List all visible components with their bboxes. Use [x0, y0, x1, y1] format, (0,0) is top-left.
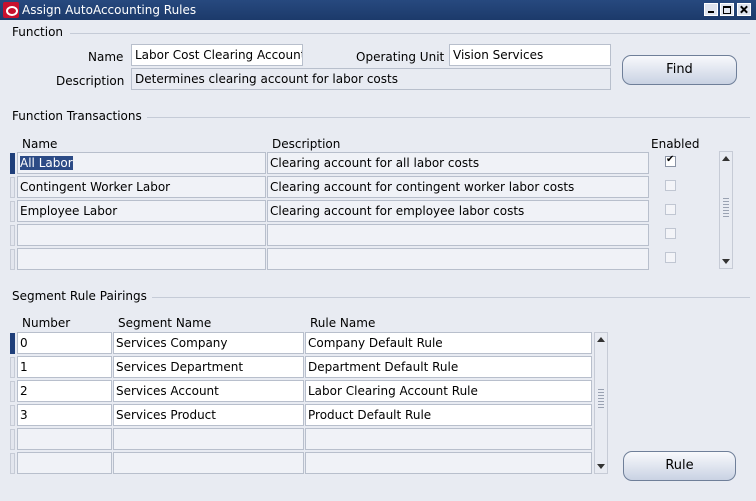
pairing-rule-cell[interactable]: Department Default Rule	[305, 356, 592, 378]
scroll-down-icon[interactable]	[722, 259, 730, 264]
pairing-rule-cell[interactable]	[305, 428, 592, 450]
pairing-number-cell[interactable]: 0	[17, 332, 112, 354]
enabled-checkbox[interactable]	[665, 154, 676, 167]
operating-unit-field[interactable]: Vision Services	[449, 44, 611, 66]
pairing-segment-cell[interactable]: Services Company	[113, 332, 304, 354]
scroll-grip[interactable]	[723, 198, 729, 218]
pairing-rule-cell[interactable]: Labor Clearing Account Rule	[305, 380, 592, 402]
pairing-segment-cell[interactable]	[113, 428, 304, 450]
pairing-number-cell[interactable]: 1	[17, 356, 112, 378]
pairing-number-cell[interactable]: 3	[17, 404, 112, 426]
transaction-description-cell	[267, 224, 649, 246]
function-description-field: Determines clearing account for labor co…	[131, 68, 611, 90]
maximize-icon[interactable]	[720, 3, 734, 16]
transaction-name: All Labor	[20, 156, 73, 170]
operating-unit-label: Operating Unit	[356, 50, 445, 64]
function-section-title: Function	[12, 25, 64, 39]
close-icon[interactable]	[737, 3, 751, 16]
row-indicator[interactable]	[10, 357, 15, 378]
rule-button[interactable]: Rule	[623, 451, 736, 481]
transactions-scrollbar[interactable]	[719, 151, 733, 269]
transaction-name-cell[interactable]	[17, 224, 266, 246]
transaction-description-cell	[267, 248, 649, 270]
transactions-section-title: Function Transactions	[12, 109, 142, 123]
col-header-rule-name: Rule Name	[310, 316, 376, 330]
transaction-name-cell[interactable]: Employee Labor	[17, 200, 266, 222]
row-indicator[interactable]	[10, 225, 15, 246]
minimize-icon[interactable]	[704, 3, 718, 16]
pairing-number-cell[interactable]	[17, 428, 112, 450]
transaction-name-cell[interactable]	[17, 248, 266, 270]
pairing-rule-cell[interactable]: Company Default Rule	[305, 332, 592, 354]
enabled-checkbox[interactable]	[665, 252, 676, 263]
function-name-field[interactable]: Labor Cost Clearing Account	[131, 44, 303, 66]
row-indicator[interactable]	[10, 177, 15, 198]
section-divider	[152, 297, 750, 298]
section-divider	[147, 117, 750, 118]
pairing-rule-cell[interactable]: Product Default Rule	[305, 404, 592, 426]
name-label: Name	[88, 50, 124, 64]
scroll-up-icon[interactable]	[722, 156, 730, 161]
col-header-description: Description	[272, 137, 341, 151]
enabled-checkbox[interactable]	[665, 180, 676, 191]
row-indicator[interactable]	[10, 153, 15, 174]
section-divider	[70, 33, 750, 34]
scroll-up-icon[interactable]	[597, 337, 605, 342]
row-indicator[interactable]	[10, 249, 15, 270]
row-indicator[interactable]	[10, 453, 15, 474]
pairing-segment-cell[interactable]: Services Department	[113, 356, 304, 378]
window-title: Assign AutoAccounting Rules	[22, 3, 197, 17]
window-title-bar: Assign AutoAccounting Rules	[0, 0, 756, 20]
col-header-name: Name	[22, 137, 58, 151]
row-indicator[interactable]	[10, 405, 15, 426]
pairing-number-cell[interactable]: 2	[17, 380, 112, 402]
transaction-description-cell: Clearing account for employee labor cost…	[267, 200, 649, 222]
pairing-segment-cell[interactable]: Services Account	[113, 380, 304, 402]
pairings-section-title: Segment Rule Pairings	[12, 289, 147, 303]
transaction-name-cell[interactable]: All Labor	[17, 152, 266, 174]
row-indicator[interactable]	[10, 429, 15, 450]
oracle-app-icon	[3, 2, 19, 18]
scroll-down-icon[interactable]	[597, 464, 605, 469]
scroll-grip[interactable]	[598, 389, 604, 409]
pairing-segment-cell[interactable]: Services Product	[113, 404, 304, 426]
col-header-number: Number	[22, 316, 71, 330]
find-button[interactable]: Find	[622, 55, 737, 85]
pairing-number-cell[interactable]	[17, 452, 112, 474]
pairing-rule-cell[interactable]	[305, 452, 592, 474]
row-indicator[interactable]	[10, 201, 15, 222]
transaction-description-cell: Clearing account for contingent worker l…	[267, 176, 649, 198]
pairings-scrollbar[interactable]	[594, 332, 608, 474]
col-header-segment-name: Segment Name	[118, 316, 212, 330]
description-label: Description	[56, 74, 125, 88]
pairing-segment-cell[interactable]	[113, 452, 304, 474]
transaction-name-cell[interactable]: Contingent Worker Labor	[17, 176, 266, 198]
row-indicator[interactable]	[10, 333, 15, 354]
enabled-checkbox[interactable]	[665, 204, 676, 215]
enabled-checkbox[interactable]	[665, 228, 676, 239]
col-header-enabled: Enabled	[651, 137, 700, 151]
transaction-description-cell: Clearing account for all labor costs	[267, 152, 649, 174]
row-indicator[interactable]	[10, 381, 15, 402]
